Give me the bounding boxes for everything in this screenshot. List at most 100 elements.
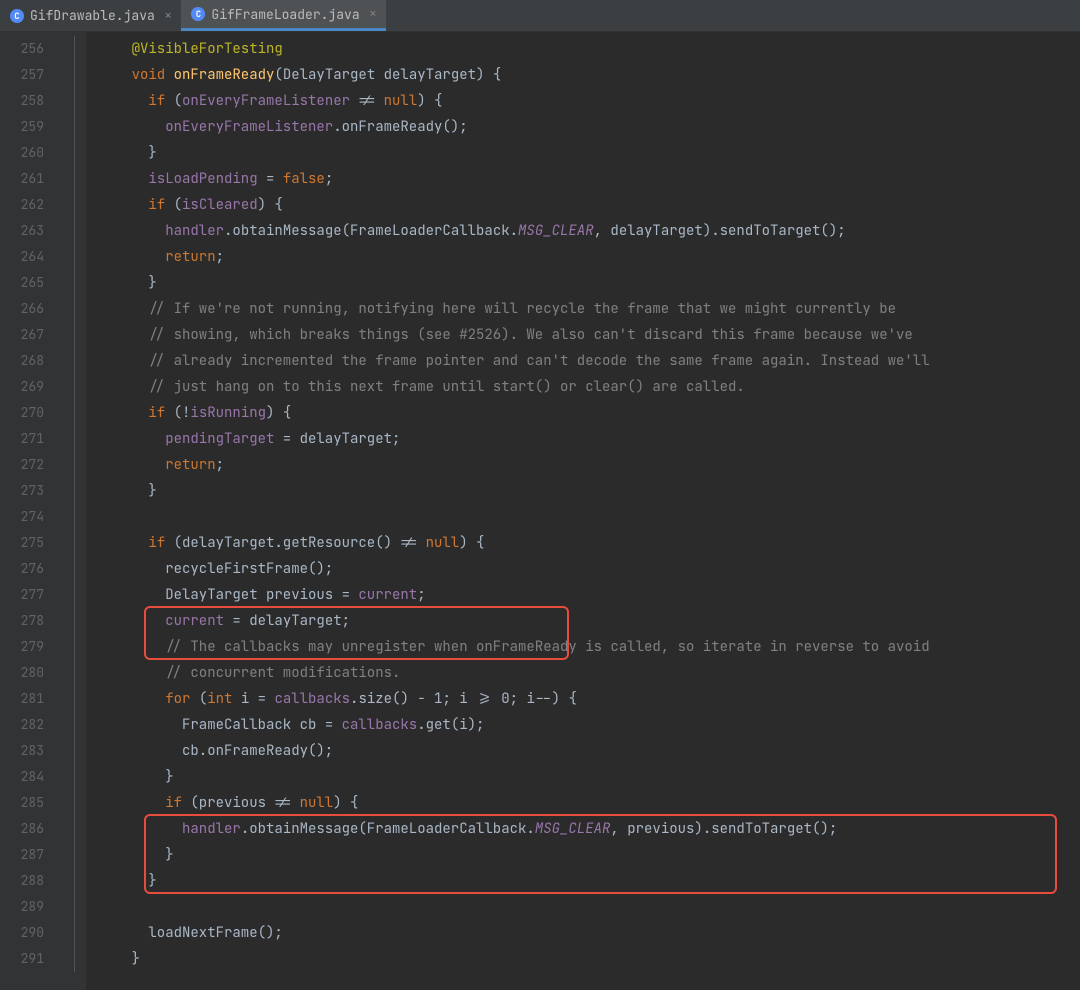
fold-marker[interactable] — [62, 348, 86, 374]
fold-marker[interactable] — [62, 322, 86, 348]
fold-marker[interactable] — [62, 62, 86, 88]
fold-marker[interactable] — [62, 790, 86, 816]
fold-marker[interactable] — [62, 166, 86, 192]
code-line[interactable]: void onFrameReady(DelayTarget delayTarge… — [86, 62, 1080, 88]
fold-marker[interactable] — [62, 270, 86, 296]
fold-marker[interactable] — [62, 764, 86, 790]
line-number: 285 — [0, 790, 62, 816]
line-number: 256 — [0, 36, 62, 62]
fold-marker[interactable] — [62, 868, 86, 894]
fold-marker[interactable] — [62, 530, 86, 556]
code-line[interactable]: if (delayTarget.getResource() != null) { — [86, 530, 1080, 556]
fold-marker[interactable] — [62, 140, 86, 166]
code-line[interactable]: DelayTarget previous = current; — [86, 582, 1080, 608]
code-line[interactable]: @VisibleForTesting — [86, 36, 1080, 62]
fold-marker[interactable] — [62, 244, 86, 270]
java-class-icon: C — [10, 9, 24, 23]
fold-marker[interactable] — [62, 660, 86, 686]
code-line[interactable]: if (previous != null) { — [86, 790, 1080, 816]
code-line[interactable]: } — [86, 868, 1080, 894]
fold-marker[interactable] — [62, 920, 86, 946]
code-line[interactable]: // If we're not running, notifying here … — [86, 296, 1080, 322]
code-line[interactable]: } — [86, 946, 1080, 972]
code-line[interactable]: // The callbacks may unregister when onF… — [86, 634, 1080, 660]
line-number: 262 — [0, 192, 62, 218]
line-number: 257 — [0, 62, 62, 88]
fold-marker[interactable] — [62, 634, 86, 660]
tab-label: GifDrawable.java — [30, 7, 155, 24]
fold-marker[interactable] — [62, 712, 86, 738]
code-line[interactable]: current = delayTarget; — [86, 608, 1080, 634]
line-number: 273 — [0, 478, 62, 504]
close-icon[interactable]: ✕ — [165, 9, 172, 23]
code-editor[interactable]: 2562572582592602612622632642652662672682… — [0, 32, 1080, 990]
code-line[interactable]: handler.obtainMessage(FrameLoaderCallbac… — [86, 218, 1080, 244]
fold-marker[interactable] — [62, 374, 86, 400]
code-line[interactable]: } — [86, 764, 1080, 790]
code-line[interactable]: FrameCallback cb = callbacks.get(i); — [86, 712, 1080, 738]
line-number: 272 — [0, 452, 62, 478]
code-line[interactable]: loadNextFrame(); — [86, 920, 1080, 946]
code-line[interactable]: isLoadPending = false; — [86, 166, 1080, 192]
code-line[interactable]: // concurrent modifications. — [86, 660, 1080, 686]
code-line[interactable]: // just hang on to this next frame until… — [86, 374, 1080, 400]
fold-marker[interactable] — [62, 296, 86, 322]
fold-marker[interactable] — [62, 192, 86, 218]
code-line[interactable]: return; — [86, 452, 1080, 478]
fold-marker[interactable] — [62, 426, 86, 452]
line-number: 259 — [0, 114, 62, 140]
fold-marker[interactable] — [62, 738, 86, 764]
code-line[interactable]: } — [86, 478, 1080, 504]
fold-marker[interactable] — [62, 556, 86, 582]
code-line[interactable]: // already incremented the frame pointer… — [86, 348, 1080, 374]
fold-marker[interactable] — [62, 686, 86, 712]
tab-gifdrawable[interactable]: C GifDrawable.java ✕ — [0, 0, 181, 31]
line-number: 266 — [0, 296, 62, 322]
code-line[interactable]: } — [86, 140, 1080, 166]
code-line[interactable]: cb.onFrameReady(); — [86, 738, 1080, 764]
fold-gutter — [62, 32, 86, 990]
line-number: 284 — [0, 764, 62, 790]
line-number: 268 — [0, 348, 62, 374]
fold-marker[interactable] — [62, 608, 86, 634]
line-number: 276 — [0, 556, 62, 582]
line-number: 264 — [0, 244, 62, 270]
fold-marker[interactable] — [62, 218, 86, 244]
fold-marker[interactable] — [62, 816, 86, 842]
fold-marker[interactable] — [62, 88, 86, 114]
code-line[interactable]: if (isCleared) { — [86, 192, 1080, 218]
tab-gifframeloader[interactable]: C GifFrameLoader.java ✕ — [181, 0, 386, 31]
fold-marker[interactable] — [62, 946, 86, 972]
line-number: 291 — [0, 946, 62, 972]
line-number-gutter: 2562572582592602612622632642652662672682… — [0, 32, 62, 990]
code-line[interactable] — [86, 504, 1080, 530]
code-line[interactable]: onEveryFrameListener.onFrameReady(); — [86, 114, 1080, 140]
line-number: 271 — [0, 426, 62, 452]
fold-marker[interactable] — [62, 36, 86, 62]
code-line[interactable] — [86, 894, 1080, 920]
code-line[interactable]: } — [86, 842, 1080, 868]
fold-marker[interactable] — [62, 114, 86, 140]
code-line[interactable]: if (!isRunning) { — [86, 400, 1080, 426]
fold-marker[interactable] — [62, 842, 86, 868]
fold-marker[interactable] — [62, 400, 86, 426]
line-number: 275 — [0, 530, 62, 556]
code-content[interactable]: @VisibleForTesting void onFrameReady(Del… — [86, 32, 1080, 990]
line-number: 258 — [0, 88, 62, 114]
fold-marker[interactable] — [62, 894, 86, 920]
fold-marker[interactable] — [62, 452, 86, 478]
code-line[interactable]: } — [86, 270, 1080, 296]
code-line[interactable]: if (onEveryFrameListener != null) { — [86, 88, 1080, 114]
fold-marker[interactable] — [62, 478, 86, 504]
line-number: 270 — [0, 400, 62, 426]
close-icon[interactable]: ✕ — [370, 7, 377, 21]
code-line[interactable]: recycleFirstFrame(); — [86, 556, 1080, 582]
code-line[interactable]: // showing, which breaks things (see #25… — [86, 322, 1080, 348]
code-line[interactable]: for (int i = callbacks.size() - 1; i >= … — [86, 686, 1080, 712]
line-number: 261 — [0, 166, 62, 192]
fold-marker[interactable] — [62, 582, 86, 608]
code-line[interactable]: pendingTarget = delayTarget; — [86, 426, 1080, 452]
code-line[interactable]: return; — [86, 244, 1080, 270]
fold-marker[interactable] — [62, 504, 86, 530]
code-line[interactable]: handler.obtainMessage(FrameLoaderCallbac… — [86, 816, 1080, 842]
